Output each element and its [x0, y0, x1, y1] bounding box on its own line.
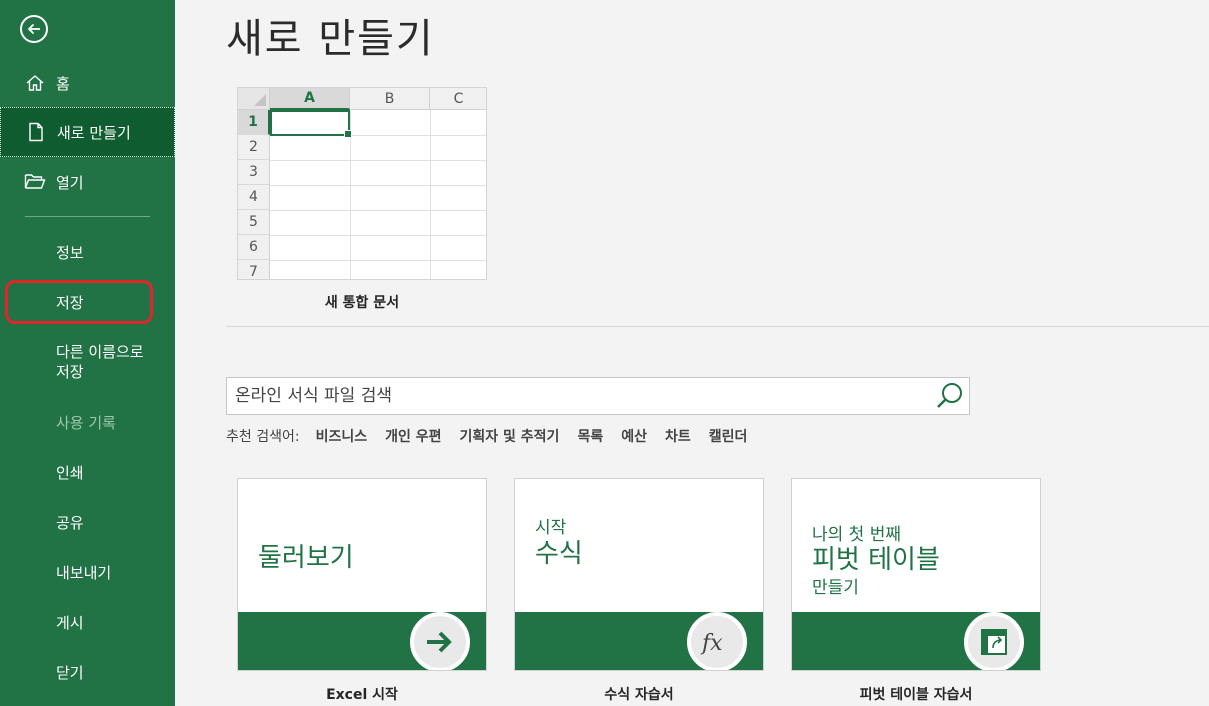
grid-line [270, 235, 486, 236]
suggested-searches-label: 추천 검색어: [226, 429, 300, 445]
template-caption: 피벗 테이블 자습서 [859, 687, 973, 703]
nav-new-label: 새로 만들기 [57, 123, 131, 142]
nav-export[interactable]: 내보내기 [0, 547, 175, 597]
card-subtitle-2: 만들기 [812, 578, 859, 598]
home-icon [24, 72, 46, 94]
blank-workbook-caption: 새 통합 문서 [324, 295, 400, 311]
template-search-box [226, 377, 970, 415]
search-icon [937, 383, 962, 408]
card-title: 둘러보기 [258, 543, 354, 573]
svg-text:fx: fx [700, 631, 723, 656]
nav-share-label: 공유 [56, 513, 84, 532]
template-caption: Excel 시작 [326, 687, 398, 703]
grid-line [430, 110, 431, 279]
nav-save[interactable]: 저장 [0, 277, 175, 327]
nav-history[interactable]: 사용 기록 [0, 397, 175, 447]
sidebar-divider [25, 216, 150, 217]
section-divider [226, 326, 1209, 327]
row-header-1: 1 [238, 110, 270, 135]
blank-workbook-template[interactable]: A B C 1 2 3 4 5 6 7 [237, 87, 487, 280]
card-title: 수식 [535, 539, 583, 569]
nav-save-as[interactable]: 다른 이름으로 저장 [0, 337, 175, 387]
row-header-5: 5 [238, 210, 270, 235]
suggested-keyword[interactable]: 개인 우편 [385, 426, 441, 446]
row-header-2: 2 [238, 135, 270, 160]
suggested-keyword[interactable]: 비즈니스 [316, 426, 368, 446]
column-header-b: B [350, 88, 430, 110]
suggested-keyword[interactable]: 차트 [665, 426, 691, 446]
suggested-keyword[interactable]: 캘린더 [709, 426, 748, 446]
backstage-sidebar: 홈 새로 만들기 열기 정보 저장 다른 이름으로 저장 사용 기록 인쇄 공유… [0, 0, 175, 706]
folder-open-icon [24, 171, 46, 193]
back-button[interactable] [20, 15, 48, 43]
card-title: 피벗 테이블 [812, 545, 940, 575]
pivot-table-icon [964, 612, 1024, 670]
nav-history-label: 사용 기록 [56, 413, 116, 432]
nav-publish-label: 게시 [56, 613, 84, 632]
arrow-right-icon [410, 612, 470, 670]
row-header-4: 4 [238, 185, 270, 210]
selected-cell-a1 [270, 110, 352, 138]
nav-home[interactable]: 홈 [0, 58, 175, 108]
nav-save-label: 저장 [56, 293, 84, 312]
arrow-left-icon [27, 23, 40, 35]
template-search-input[interactable] [227, 386, 931, 406]
template-caption: 수식 자습서 [604, 687, 674, 703]
grid-line [270, 210, 486, 211]
grid-line [270, 160, 486, 161]
nav-publish[interactable]: 게시 [0, 597, 175, 647]
grid-line [270, 260, 486, 261]
nav-home-label: 홈 [56, 74, 70, 93]
nav-open[interactable]: 열기 [0, 157, 175, 207]
function-fx-icon: fx [687, 612, 747, 670]
grid-line [270, 185, 486, 186]
template-card-pivottable[interactable]: 나의 첫 번째 피벗 테이블 만들기 [791, 478, 1041, 671]
column-header-c: C [430, 88, 486, 110]
nav-info[interactable]: 정보 [0, 227, 175, 277]
nav-print-label: 인쇄 [56, 463, 84, 482]
row-header-7: 7 [238, 260, 270, 279]
nav-share[interactable]: 공유 [0, 497, 175, 547]
suggested-searches: 추천 검색어: 비즈니스 개인 우편 기획자 및 추적기 목록 예산 차트 캘린… [226, 426, 765, 446]
nav-close[interactable]: 닫기 [0, 647, 175, 697]
search-button[interactable] [931, 378, 969, 414]
row-header-3: 3 [238, 160, 270, 185]
nav-print[interactable]: 인쇄 [0, 447, 175, 497]
new-document-icon [25, 121, 47, 143]
template-card-formulas[interactable]: 시작 수식 fx [514, 478, 764, 671]
nav-close-label: 닫기 [56, 663, 84, 682]
nav-save-as-label-1: 다른 이름으로 [56, 343, 144, 361]
suggested-keyword[interactable]: 목록 [577, 426, 603, 446]
nav-export-label: 내보내기 [56, 563, 112, 582]
suggested-keyword[interactable]: 기획자 및 추적기 [460, 426, 560, 446]
template-card-tour[interactable]: 둘러보기 [237, 478, 487, 671]
nav-info-label: 정보 [56, 243, 84, 262]
nav-new[interactable]: 새로 만들기 [0, 107, 175, 157]
nav-open-label: 열기 [56, 173, 84, 192]
nav-save-as-label-2: 저장 [56, 363, 84, 381]
suggested-keyword[interactable]: 예산 [621, 426, 647, 446]
row-header-6: 6 [238, 235, 270, 260]
page-title: 새로 만들기 [226, 16, 435, 62]
column-header-a: A [270, 88, 350, 110]
select-all-corner [238, 88, 270, 110]
